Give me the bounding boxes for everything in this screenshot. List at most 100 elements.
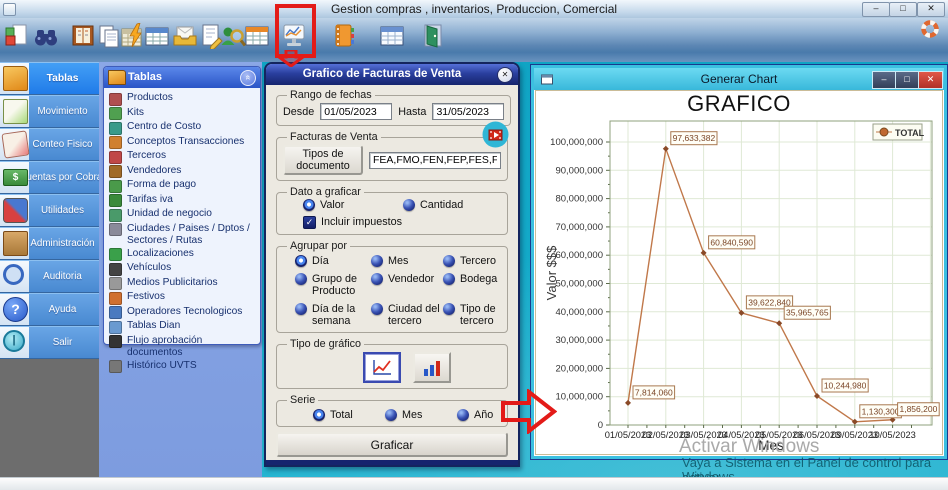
chart-config-dialog: Grafico de Facturas de Venta Rango de fe… [264,62,520,467]
chart-maximize-button[interactable] [895,71,919,89]
submenu-item-vendedores[interactable]: Vendedores [107,165,258,180]
exit-door-icon[interactable] [419,23,445,49]
ledger-book-icon[interactable] [70,23,96,49]
approval-flow-icon [109,335,122,348]
notebook-icon[interactable] [329,23,355,49]
sidebar-item-movimiento[interactable]: Movimiento [0,95,99,128]
document-types-button[interactable]: Tipos de documento [283,145,363,175]
line-chart-type-button[interactable] [363,352,401,383]
media-film-button[interactable] [482,121,509,148]
binoculars-search-icon[interactable] [33,23,59,49]
radio-label: Año [474,409,493,421]
cities-building-icon [109,223,122,236]
submenu-item-localizaciones[interactable]: Localizaciones [107,248,258,263]
copy-documents-icon[interactable] [96,23,122,49]
radio-bodega[interactable]: Bodega [443,273,501,297]
radio-tipo-de-tercero[interactable]: Tipo de tercero [443,303,501,327]
radio-dot-icon [313,409,325,421]
data-table-icon[interactable] [379,23,405,49]
restore-button[interactable] [889,2,917,17]
submenu-item-label: Vendedores [127,165,181,177]
quick-entry-calendar-icon[interactable] [120,23,146,49]
submenu-item-unidad-de-negocio[interactable]: Unidad de negocio [107,208,258,223]
magnifier-icon [3,264,24,285]
dialog-close-icon[interactable] [497,67,513,83]
submenu-item-tablas-dian[interactable]: Tablas Dian [107,320,258,335]
sidebar-item-ayuda[interactable]: Ayuda [0,293,99,326]
dialog-titlebar[interactable]: Grafico de Facturas de Venta [266,64,518,85]
radio-total[interactable]: Total [313,409,385,421]
sidebar-item-label: Salir [28,326,97,359]
submenu-item-festivos[interactable]: Festivos [107,291,258,306]
checkbox-incluir-impuestos[interactable]: Incluir impuestos [283,216,501,229]
holidays-calendar-icon [109,292,122,305]
submenu-item-centro-de-costo[interactable]: Centro de Costo [107,121,258,136]
submenu-item-ciudades-paises-dptos-sectores-rutas[interactable]: Ciudades / Paises / Dptos / Sectores / R… [107,223,258,248]
radio-label: Mes [388,255,408,267]
tools-icon [3,198,28,223]
submenu-item-conceptos-transacciones[interactable]: Conceptos Transacciones [107,136,258,151]
radio-mes[interactable]: Mes [385,409,457,421]
submenu-header: Tablas [104,67,260,88]
radio-label: Vendedor [388,273,434,285]
application-window: Gestion compras , inventarios, Produccio… [0,0,948,490]
sidebar-item-salir[interactable]: Salir [0,326,99,359]
submenu-item-forma-de-pago[interactable]: Forma de pago [107,179,258,194]
y-tick-label: 100,000,000 [550,137,603,148]
sidebar-item-conteo-fisico[interactable]: Conteo Fisico [0,128,99,161]
radio-tercero[interactable]: Tercero [443,255,501,267]
radio-cantidad[interactable]: Cantidad [403,199,501,211]
y-tick-label: 90,000,000 [555,165,603,176]
graficar-button[interactable]: Graficar [276,432,508,457]
help-lifesaver-icon[interactable] [921,20,939,38]
data-point-label: 7,814,060 [635,387,673,397]
sidebar-item-utilidades[interactable]: Utilidades [0,194,99,227]
chart-close-button[interactable] [918,71,943,89]
sidebar-item-auditoria[interactable]: Auditoria [0,260,99,293]
collapse-chevron-icon[interactable] [240,70,256,86]
close-button[interactable] [917,2,945,17]
search-user-icon[interactable] [220,23,246,49]
table-grid-icon[interactable] [144,23,170,49]
sidebar-item-label: Cuentas por Cobrar [28,161,97,194]
radio-ciudad-del-tercero[interactable]: Ciudad del tercero [371,303,443,327]
submenu-item-tarifas-iva[interactable]: Tarifas iva [107,194,258,209]
chart-window-titlebar[interactable]: Generar Chart [534,68,944,90]
y-tick-label: 20,000,000 [555,363,603,374]
radio-label: Día de la semana [312,303,370,327]
submenu-item-operadores-tecnologicos[interactable]: Operadores Tecnologicos [107,306,258,321]
bottom-strip [0,477,948,490]
orders-table-icon[interactable] [244,23,270,49]
sidebar-item-administracion[interactable]: Administración [0,227,99,260]
minimize-button[interactable] [862,2,890,17]
submenu-item-productos[interactable]: Productos [107,92,258,107]
chart-canvas-area: 010,000,00020,000,00030,000,00040,000,00… [535,90,943,455]
chart-minimize-button[interactable] [872,71,896,89]
date-from-input[interactable] [320,103,392,120]
bar-chart-type-button[interactable] [413,352,451,383]
submenu-item-medios-publicitarios[interactable]: Medios Publicitarios [107,277,258,292]
date-to-input[interactable] [432,103,504,120]
new-document-icon[interactable] [4,23,30,49]
radio-vendedor[interactable]: Vendedor [371,273,443,297]
sidebar-item-label: Conteo Fisico [28,128,97,161]
submenu-item-kits[interactable]: Kits [107,107,258,122]
submenu-item-terceros[interactable]: Terceros [107,150,258,165]
submenu-item-flujo-aprobacion-documentos[interactable]: Flujo aprobación documentos [107,335,258,360]
submenu-item-vehiculos[interactable]: Vehículos [107,262,258,277]
radio-dia-de-la-semana[interactable]: Día de la semana [295,303,371,327]
radio-dia[interactable]: Día [295,255,371,267]
radio-ano[interactable]: Año [457,409,501,421]
mail-tray-icon[interactable] [172,23,198,49]
dato-group: Dato a graficar ValorCantidad Incluir im… [276,186,508,235]
radio-mes[interactable]: Mes [371,255,443,267]
y-tick-label: 30,000,000 [555,335,603,346]
document-types-input[interactable] [369,152,501,169]
sidebar-item-tablas[interactable]: Tablas [0,62,99,95]
radio-grupo-de-producto[interactable]: Grupo de Producto [295,273,371,297]
radio-valor[interactable]: Valor [303,199,403,211]
submenu-item-historico-uvts[interactable]: Histórico UVTS [107,360,258,375]
data-point-label: 35,965,765 [786,308,829,318]
y-tick-label: 80,000,000 [555,194,603,205]
sidebar-item-cuentas-por-cobrar[interactable]: Cuentas por Cobrar [0,161,99,194]
